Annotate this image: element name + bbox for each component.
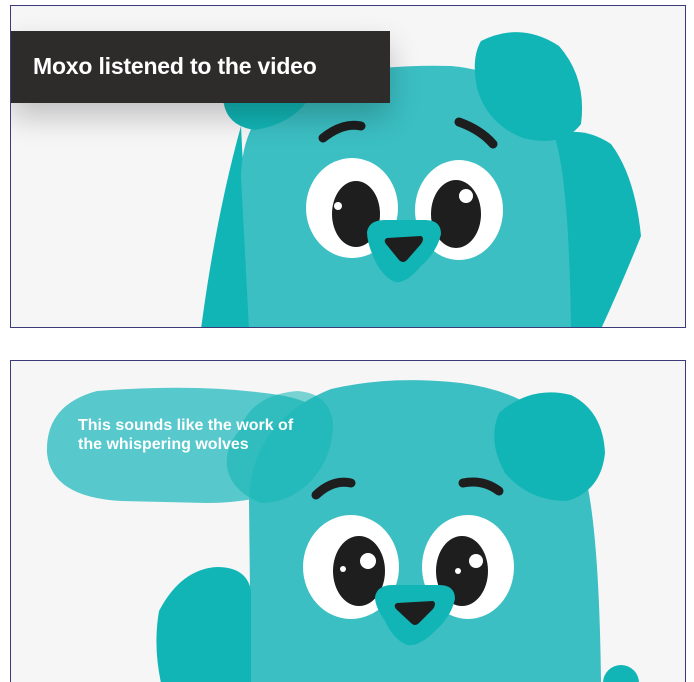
moxo-hand-right [603, 665, 639, 682]
moxo-eye-left-highlight [360, 553, 376, 569]
speech-bubble-text: This sounds like the work of the whisper… [78, 417, 294, 453]
moxo-eye-left-highlight-small [340, 566, 346, 572]
moxo-arm-left [156, 567, 251, 682]
caption-banner: Moxo listened to the video [11, 31, 390, 103]
moxo-eye-right-highlight-small [455, 568, 461, 574]
comic-panel-bottom [10, 360, 686, 682]
comic-panel-top: Moxo listened to the video [10, 5, 686, 328]
moxo-eye-right-highlight [469, 554, 483, 568]
moxo-eye-left-highlight [334, 202, 342, 210]
caption-text: Moxo listened to the video [33, 53, 317, 79]
moxo-eye-right-highlight [459, 189, 473, 203]
moxo-character-thinking [46, 380, 639, 682]
